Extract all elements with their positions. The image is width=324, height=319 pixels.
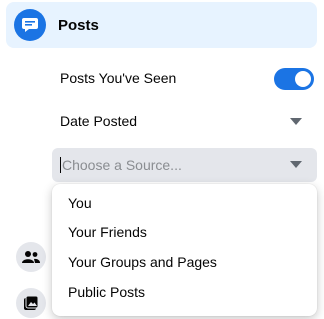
posts-you-have-seen-toggle[interactable] — [274, 68, 314, 90]
chevron-down-icon — [290, 118, 302, 125]
people-icon[interactable] — [16, 242, 46, 272]
source-dropdown-menu: You Your Friends Your Groups and Pages P… — [52, 184, 317, 316]
source-placeholder: Choose a Source... — [60, 157, 182, 173]
posts-section-header[interactable]: Posts — [6, 2, 317, 48]
source-select[interactable]: Choose a Source... — [52, 148, 317, 182]
source-option-your-friends[interactable]: Your Friends — [68, 224, 147, 240]
chevron-down-icon — [290, 161, 302, 168]
toggle-knob — [295, 71, 311, 87]
posts-title: Posts — [58, 17, 99, 34]
source-option-public-posts[interactable]: Public Posts — [68, 284, 145, 300]
photos-icon[interactable] — [16, 288, 46, 318]
source-option-your-groups-and-pages[interactable]: Your Groups and Pages — [68, 254, 217, 270]
posts-you-have-seen-label: Posts You've Seen — [60, 70, 177, 86]
source-option-you[interactable]: You — [68, 195, 92, 211]
posts-icon — [14, 9, 46, 41]
date-posted-label: Date Posted — [60, 113, 138, 129]
date-posted-select[interactable]: Date Posted — [52, 104, 317, 138]
